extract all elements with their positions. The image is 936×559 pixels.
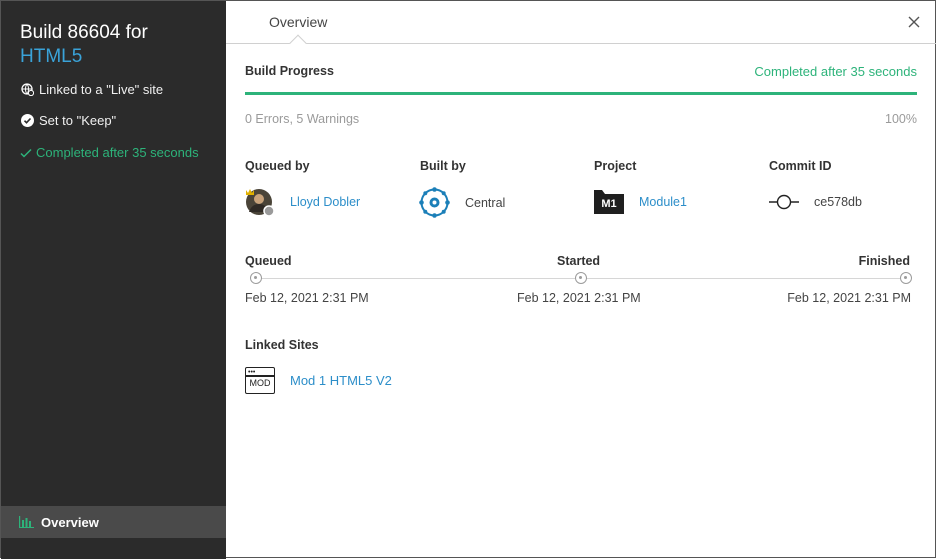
sidebar: Build 86604 for HTML5 Linked to a "Live"…: [1, 1, 226, 559]
progress-percent: 100%: [885, 112, 917, 126]
build-progress-label: Build Progress: [245, 64, 334, 78]
built-by-name: Central: [465, 195, 506, 210]
build-title: Build 86604 for HTML5: [20, 21, 148, 69]
globe-link-icon: [20, 83, 34, 97]
keep-text: Set to "Keep": [39, 113, 117, 128]
project-link[interactable]: Module1: [639, 195, 687, 209]
avatar: [245, 187, 275, 217]
queued-by-user-link[interactable]: Lloyd Dobler: [290, 195, 360, 209]
project-badge: M1: [594, 190, 624, 214]
errors-warnings: 0 Errors, 5 Warnings: [245, 112, 360, 126]
main-panel: Overview Build Progress Completed after …: [226, 1, 936, 559]
timeline-finished-date: Feb 12, 2021 2:31 PM: [787, 291, 911, 305]
linked-live-row: Linked to a "Live" site: [20, 82, 163, 97]
close-icon[interactable]: [906, 14, 922, 30]
commit-id-label: Commit ID: [769, 159, 832, 173]
queued-by-value: Lloyd Dobler: [245, 187, 360, 217]
timeline-queued-label: Queued: [245, 254, 292, 268]
linked-live-text: Linked to a "Live" site: [39, 82, 164, 97]
active-tab-indicator: [289, 34, 307, 52]
keep-row: Set to "Keep": [20, 113, 116, 128]
timeline-started-label: Started: [557, 254, 601, 268]
linked-site-link[interactable]: Mod 1 HTML5 V2: [290, 373, 392, 388]
commit-id: ce578db: [814, 195, 862, 209]
check-circle-icon: [20, 114, 34, 128]
timeline-started-dot: [575, 272, 587, 284]
tab-bar: Overview: [226, 1, 936, 52]
timeline-queued-dot: [250, 272, 262, 284]
bar-chart-icon: [19, 516, 34, 528]
linked-site-item: ••• MOD Mod 1 HTML5 V2: [245, 367, 392, 394]
nav-overview[interactable]: Overview: [1, 506, 226, 538]
built-by-label: Built by: [420, 159, 466, 173]
completed-text: Completed after 35 seconds: [36, 145, 199, 160]
project-badge-text: M1: [601, 198, 617, 210]
build-platform: HTML5: [20, 46, 83, 67]
central-server-icon: [419, 187, 450, 218]
module-site-badge: MOD: [249, 378, 271, 388]
build-title-line1: Build 86604 for: [20, 22, 148, 43]
build-progress-status: Completed after 35 seconds: [754, 64, 917, 79]
build-dialog: Build 86604 for HTML5 Linked to a "Live"…: [0, 0, 936, 559]
nav-overview-label: Overview: [41, 514, 99, 530]
commit-icon: [769, 194, 799, 210]
build-progress-bar: [245, 92, 917, 95]
completed-row: Completed after 35 seconds: [20, 145, 199, 160]
linked-sites-label: Linked Sites: [245, 338, 319, 352]
timeline-queued-date: Feb 12, 2021 2:31 PM: [245, 291, 369, 305]
commit-value: ce578db: [769, 194, 862, 210]
tab-overview[interactable]: Overview: [269, 14, 327, 30]
module-site-icon: ••• MOD: [245, 367, 275, 394]
timeline-finished-label: Finished: [858, 254, 910, 268]
project-value: M1 Module1: [594, 190, 687, 214]
checkmark-icon: [20, 146, 32, 160]
timeline-finished-dot: [900, 272, 912, 284]
timeline-started-date: Feb 12, 2021 2:31 PM: [517, 291, 641, 305]
queued-by-label: Queued by: [245, 159, 310, 173]
project-label: Project: [594, 159, 637, 173]
built-by-value: Central: [419, 187, 505, 218]
build-progress-fill: [245, 92, 917, 95]
